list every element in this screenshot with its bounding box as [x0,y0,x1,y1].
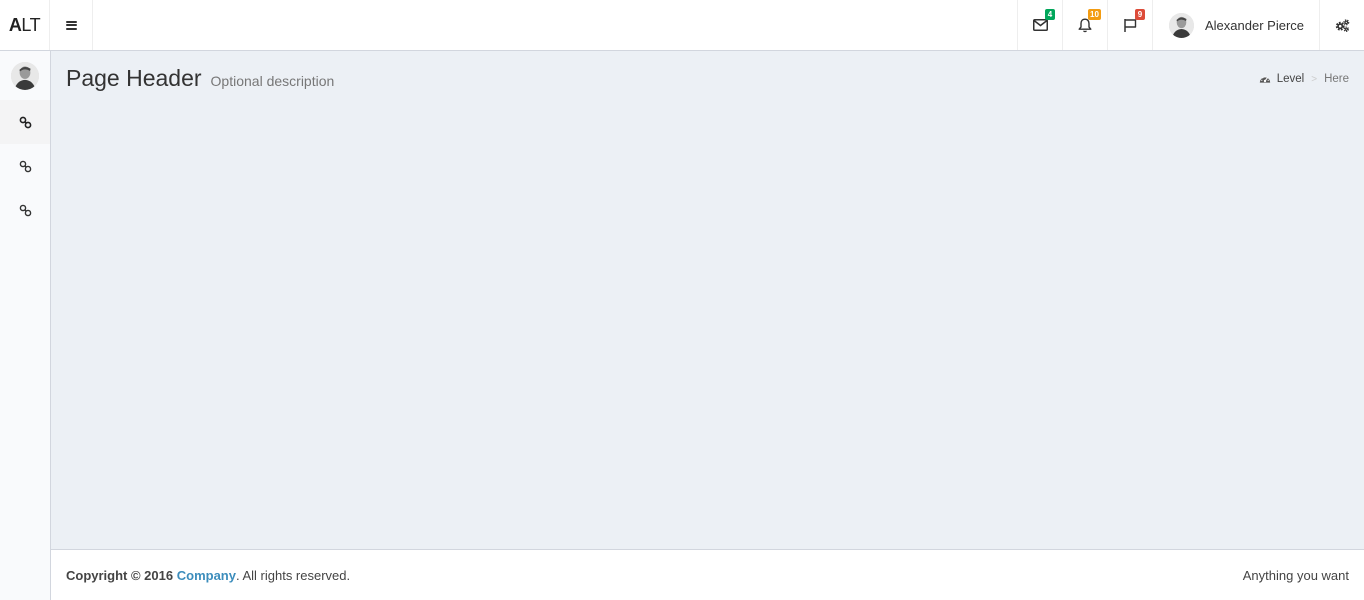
main-header: A LT 4 10 9 Alexander Pierce [0,0,1364,51]
breadcrumb-current: Here [1324,73,1349,85]
tasks-badge: 9 [1135,9,1145,20]
logo-bold: A [8,14,22,35]
sidebar-item-2[interactable] [0,144,50,188]
gears-icon [1335,18,1349,32]
notifications-menu[interactable]: 10 [1062,0,1107,50]
footer-copyright-prefix: Copyright © 2016 [66,567,174,583]
logo-rest: LT [21,14,41,35]
tasks-menu[interactable]: 9 [1107,0,1152,50]
control-sidebar-toggle[interactable] [1319,0,1364,50]
sidebar-item-3[interactable] [0,188,50,232]
user-avatar [1169,12,1194,38]
content-header: Page Header Optional description Level >… [51,51,1364,101]
link-icon [19,160,31,172]
footer-copyright: Copyright © 2016 Company. All rights res… [66,568,350,583]
user-menu[interactable]: Alexander Pierce [1152,0,1319,50]
bars-icon [65,20,77,30]
sidebar-toggle-button[interactable] [50,0,93,50]
breadcrumb-separator: > [1311,73,1318,85]
messages-menu[interactable]: 4 [1017,0,1062,50]
link-icon [19,204,31,216]
dashboard-icon [1259,76,1270,83]
page-title: Page Header [66,65,202,91]
header-spacer [93,0,1017,50]
notifications-badge: 10 [1088,9,1101,20]
footer-right-text: Anything you want [1242,567,1349,583]
footer-company-link[interactable]: Company [177,568,236,583]
page-description: Optional description [210,73,335,89]
page-title-group: Page Header Optional description [66,65,334,92]
navbar-right: 4 10 9 Alexander Pierce [1017,0,1364,50]
flag-icon [1124,18,1137,32]
envelope-icon [1032,19,1048,31]
sidebar-user-panel [0,51,50,100]
breadcrumb-level-link[interactable]: Level [1259,73,1305,85]
main-footer: Copyright © 2016 Company. All rights res… [51,549,1364,600]
messages-badge: 4 [1045,9,1055,20]
main-sidebar [0,51,51,600]
user-name: Alexander Pierce [1205,17,1304,33]
logo[interactable]: A LT [0,0,50,50]
sidebar-avatar[interactable] [11,61,39,90]
link-icon [19,116,31,128]
breadcrumb: Level > Here [1259,73,1349,85]
footer-rights: . All rights reserved. [235,567,351,583]
breadcrumb-level: Level [1276,73,1305,85]
sidebar-item-1[interactable] [0,100,50,144]
